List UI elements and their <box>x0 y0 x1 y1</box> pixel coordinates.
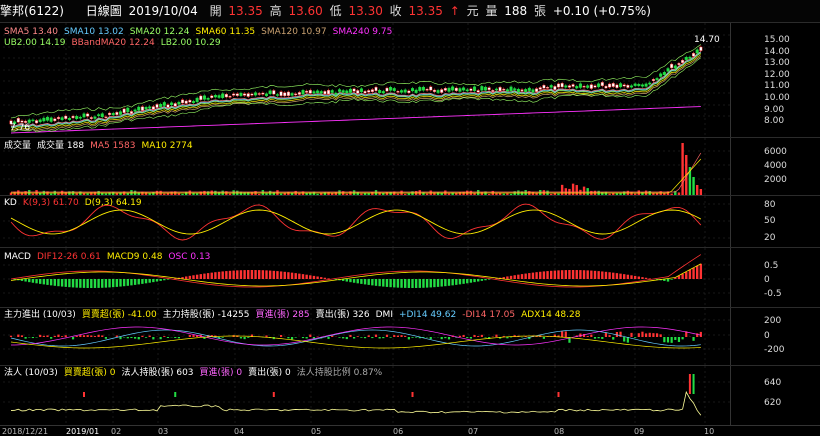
axis-tick-label: 200 <box>764 316 781 326</box>
legend-item: SMA5 13.40 <box>4 27 58 37</box>
institutional-axis: 640 620 <box>730 366 820 426</box>
price-legend: SMA5 13.40 SMA10 13.02 SMA20 12.24 SMA60 11… <box>4 27 398 38</box>
legend-item: 買賣超(張) 0 <box>64 368 116 378</box>
volume-label: 量 <box>485 4 497 18</box>
main-force-legend: 主力進出 (10/03) 買賣超(張) -41.00 主力持股(張) -14255 買… <box>4 310 586 321</box>
institutional-pane[interactable]: 法人 (10/03) 買賣超(張) 0 法人持股(張) 603 買進(張) 0 賣出(張… <box>0 365 820 426</box>
currency-unit: 元 <box>467 4 479 18</box>
kd-pane[interactable]: KD K(9,3) 61.70 D(9,3) 64.19 80 50 20 <box>0 195 820 248</box>
axis-tick-label: -200 <box>764 345 784 355</box>
volume-unit: 張 <box>534 4 546 18</box>
legend-item: -DI14 17.05 <box>462 310 515 320</box>
axis-tick-label: 620 <box>764 398 781 408</box>
axis-tick-label: 4000 <box>764 161 787 171</box>
legend-item: 買進(張) 285 <box>256 310 310 320</box>
quote-date: 2019/10/04 <box>129 4 198 18</box>
legend-item: SMA20 12.24 <box>130 27 190 37</box>
main-force-axis: 200 0 -200 <box>730 308 820 366</box>
kd-axis: 80 50 20 <box>730 196 820 248</box>
main-force-pane[interactable]: 主力進出 (10/03) 買賣超(張) -41.00 主力持股(張) -14255 買… <box>0 307 820 366</box>
high-value: 13.60 <box>288 4 322 18</box>
legend-item: DMI <box>376 310 393 320</box>
legend-item: +DI14 49.62 <box>399 310 456 320</box>
axis-tick-label: 0.5 <box>764 261 778 271</box>
price-change: +0.10 (+0.75%) <box>553 4 651 18</box>
axis-tick-label: 15.00 <box>764 35 790 45</box>
legend-item: MACD <box>4 252 31 262</box>
axis-tick-label: 11.00 <box>764 81 790 91</box>
volume-value: 188 <box>504 4 527 18</box>
axis-tick-label: 640 <box>764 378 781 388</box>
legend-item: 法人持股比例 0.87% <box>297 368 382 378</box>
axis-tick-label: 12.00 <box>764 70 790 80</box>
legend-item: 買進(張) 0 <box>200 368 243 378</box>
legend-item: K(9,3) 61.70 <box>23 198 79 208</box>
volume-legend: 成交量成交量 188 MA5 1583 MA10 2774 <box>4 141 199 152</box>
min-price-label: 7.76 <box>10 123 30 133</box>
period-label[interactable]: 日線圖 <box>86 4 122 18</box>
legend-item: LB2.00 10.29 <box>161 38 221 48</box>
axis-tick-label: -0.5 <box>764 289 782 299</box>
price-pane[interactable]: SMA5 13.40 SMA10 13.02 SMA20 12.24 SMA60 11… <box>0 22 820 138</box>
axis-tick-label: 14.00 <box>764 47 790 57</box>
open-value: 13.35 <box>228 4 262 18</box>
legend-item: 主力進出 (10/03) <box>4 310 76 320</box>
low-label: 低 <box>330 4 342 18</box>
axis-tick-label: 50 <box>764 216 775 226</box>
axis-tick-label: 0 <box>764 275 770 285</box>
legend-item: MACD9 0.48 <box>107 252 163 262</box>
volume-axis: 6000 4000 2000 <box>730 138 820 196</box>
legend-item: SMA60 11.35 <box>195 27 255 37</box>
axis-tick-label: 0 <box>764 331 770 341</box>
legend-item: 法人 (10/03) <box>4 368 58 378</box>
quote-header: 擎邦(6122) 日線圖 2019/10/04 開 13.35 高 13.60 … <box>0 0 820 22</box>
legend-item: 法人持股(張) 603 <box>121 368 193 378</box>
volume-pane[interactable]: 成交量成交量 188 MA5 1583 MA10 2774 6000 4000 2000 <box>0 137 820 196</box>
legend-item: ADX14 48.28 <box>521 310 580 320</box>
stock-name[interactable]: 擎邦(6122) <box>0 4 64 18</box>
legend-item: SMA10 13.02 <box>64 27 124 37</box>
price-axis: 15.00 14.0013.00 12.0011.00 10.00 9.008.00 <box>730 23 820 138</box>
axis-tick-label: 6000 <box>764 147 787 157</box>
axis-tick-label: 8.00 <box>764 116 784 126</box>
macd-legend: MACD DIF12-26 0.61 MACD9 0.48 OSC 0.13 <box>4 252 216 263</box>
legend-item: SMA240 9.75 <box>333 27 393 37</box>
institutional-legend: 法人 (10/03) 買賣超(張) 0 法人持股(張) 603 買進(張) 0 賣出(張… <box>4 368 388 379</box>
legend-item: KD <box>4 198 17 208</box>
kd-legend: KD K(9,3) 61.70 D(9,3) 64.19 <box>4 198 148 209</box>
legend-item: 賣出(張) 0 <box>248 368 291 378</box>
legend-item: MA10 2774 <box>141 141 192 151</box>
axis-tick-label: 9.00 <box>764 105 784 115</box>
legend-item: 成交量 188 <box>37 141 84 151</box>
legend-item: SMA120 10.97 <box>261 27 326 37</box>
axis-tick-label: 20 <box>764 233 775 243</box>
axis-tick-label: 2000 <box>764 175 787 185</box>
legend-item: 主力持股(張) -14255 <box>163 310 250 320</box>
axis-tick-label: 13.00 <box>764 58 790 68</box>
high-label: 高 <box>270 4 282 18</box>
axis-tick-label: 80 <box>764 200 775 210</box>
open-label: 開 <box>210 4 222 18</box>
max-price-label: 14.70 <box>694 35 720 45</box>
axis-tick-label: 10.00 <box>764 93 790 103</box>
legend-item: OSC 0.13 <box>168 252 210 262</box>
up-arrow-icon: ↑ <box>450 4 460 18</box>
date-axis: 2018/12/212019/01020304050607080910 <box>0 425 820 436</box>
legend-item: 買賣超(張) -41.00 <box>82 310 157 320</box>
macd-axis: 0.5 0 -0.5 <box>730 248 820 308</box>
legend-item: 賣出(張) 326 <box>316 310 370 320</box>
legend-item: BBandMA20 12.24 <box>71 38 154 48</box>
legend-item: DIF12-26 0.61 <box>37 252 101 262</box>
close-value: 13.35 <box>409 4 443 18</box>
legend-item: UB2.00 14.19 <box>4 38 65 48</box>
low-value: 13.30 <box>348 4 382 18</box>
legend-item: 成交量 <box>4 141 31 151</box>
macd-pane[interactable]: MACDDIF12-26 0.61MACD9 0.48OSC 0.13 0.50… <box>0 247 820 308</box>
legend-item: MA5 1583 <box>90 141 135 151</box>
bollinger-legend: UB2.00 14.19 BBandMA20 12.24 LB2.00 10.29 <box>4 38 227 49</box>
legend-item: D(9,3) 64.19 <box>85 198 142 208</box>
close-label: 收 <box>390 4 402 18</box>
